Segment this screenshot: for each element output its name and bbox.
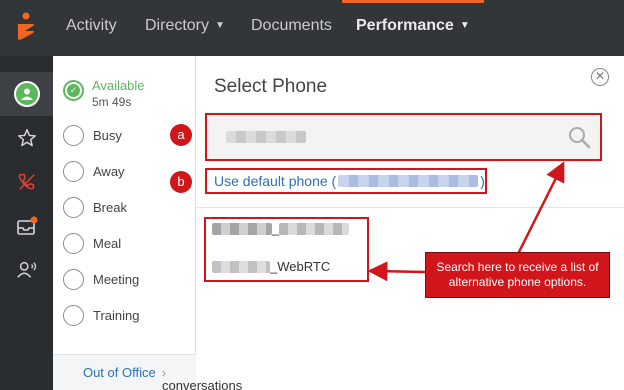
status-option[interactable]: Break [63,195,127,219]
status-option-label: Break [93,199,127,215]
status-option[interactable]: Meeting [63,267,139,291]
divider [196,207,624,208]
nav-performance-label: Performance [356,17,454,35]
nav-directory[interactable]: Directory ▼ [145,0,225,56]
check-icon: ✓ [67,84,80,97]
annotation-badge-b: b [170,171,192,193]
user-icon [20,88,33,100]
status-available[interactable]: ✓ Available 5m 49s [63,78,145,110]
close-icon[interactable]: ✕ [591,68,609,86]
avatar [13,81,40,107]
nav-documents[interactable]: Documents [251,0,332,56]
background-text: conversations [162,378,243,390]
rail-favorites[interactable] [0,116,53,160]
nav-directory-label: Directory [145,17,210,35]
chevron-down-icon: ▼ [459,20,470,31]
rail-speaking[interactable] [0,248,53,292]
status-option-label: Busy [93,127,122,143]
rail-inbox[interactable] [0,204,53,248]
status-radio[interactable] [63,232,84,254]
status-option[interactable]: Meal [63,231,121,255]
status-option-label: Meal [93,235,122,251]
status-radio[interactable] [63,160,84,182]
status-option[interactable]: Away [63,159,125,183]
rail-avatar[interactable] [0,72,53,116]
nav-performance[interactable]: Performance ▼ [342,0,484,56]
rail-calls[interactable] [0,160,53,204]
inbox-icon [16,216,37,235]
status-option[interactable]: Training [63,303,139,327]
out-of-office-label: Out of Office [82,365,156,380]
status-radio[interactable] [63,196,84,218]
status-radio[interactable] [63,304,84,326]
annotation-box-search [205,113,602,161]
user-voice-icon [16,261,36,278]
nav-activity[interactable]: Activity [66,0,117,56]
status-option[interactable]: Busy [63,123,122,147]
status-available-radio[interactable]: ✓ [63,80,84,101]
status-available-time: 5m 49s [92,95,132,109]
app-logo-icon[interactable] [14,12,38,42]
status-radio[interactable] [63,268,84,290]
star-icon [17,129,36,147]
annotation-box-default-phone [205,168,487,194]
status-radio[interactable] [63,124,84,146]
top-nav: Activity Directory ▼ Documents Performanc… [0,0,624,56]
status-option-label: Meeting [93,271,140,287]
status-available-label: Available [92,78,145,93]
annotation-callout: Search here to receive a list of alterna… [425,252,610,298]
nav-activity-label: Activity [66,17,117,34]
status-option-label: Training [93,307,140,323]
status-panel: ✓ Available 5m 49s Busy Away Break Meal … [53,56,196,390]
status-option-label: Away [93,163,125,179]
left-rail [0,56,53,390]
annotation-box-phone-list [204,217,369,282]
chevron-down-icon: ▼ [215,20,225,31]
phone-missed-icon [18,173,35,190]
nav-documents-label: Documents [251,17,332,34]
panel-title: Select Phone [214,76,328,97]
annotation-badge-a: a [170,124,192,146]
